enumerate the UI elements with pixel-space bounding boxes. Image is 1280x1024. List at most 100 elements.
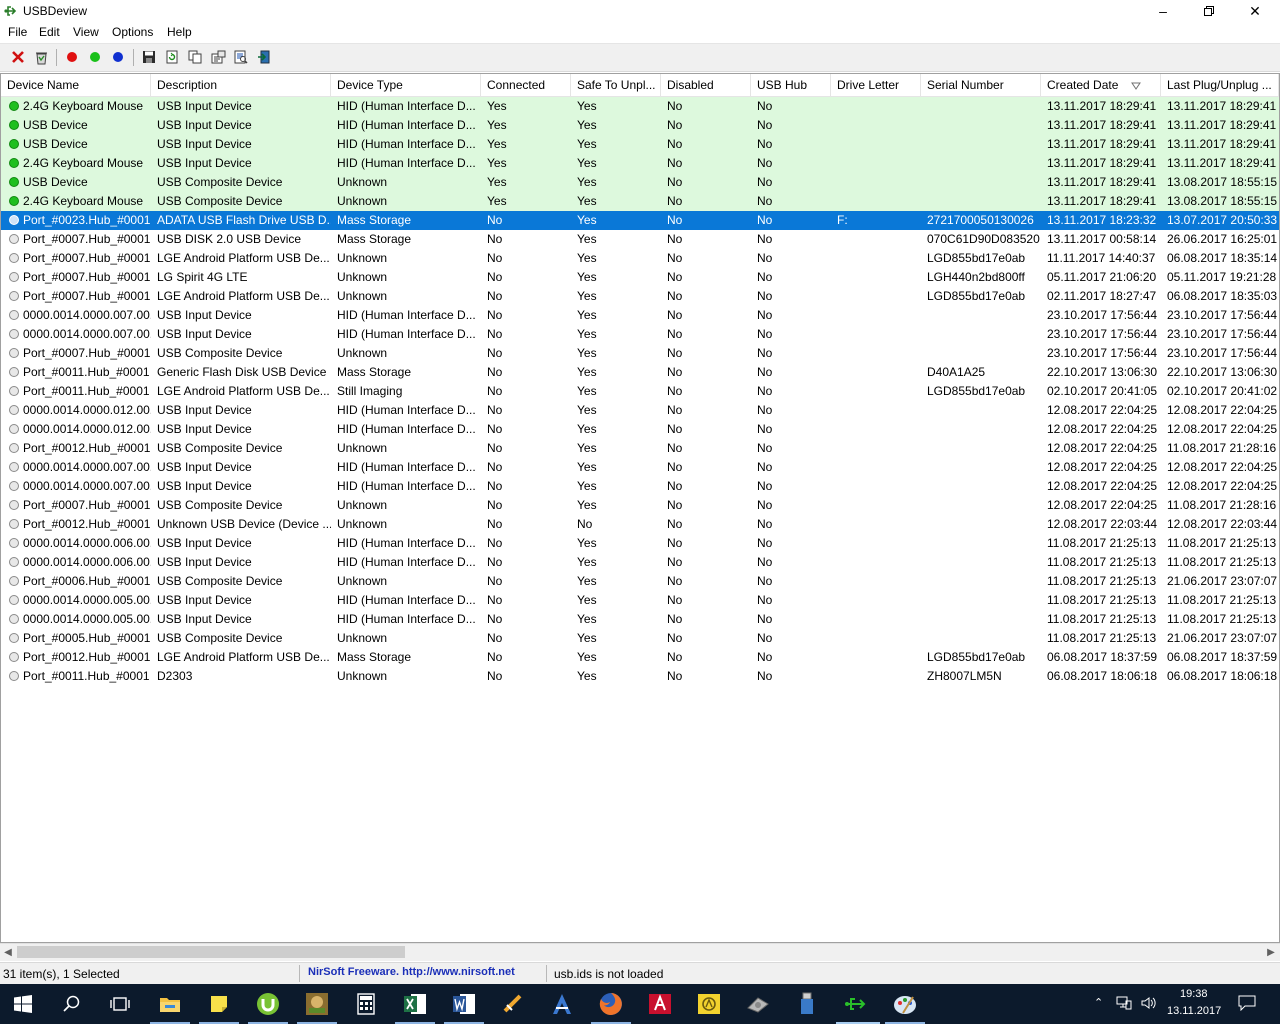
table-row[interactable]: Port_#0006.Hub_#0001 USB Composite Device… <box>1 572 1279 591</box>
properties-button[interactable] <box>232 48 250 66</box>
table-row[interactable]: 0000.0014.0000.007.00... USB Input Device… <box>1 325 1279 344</box>
app-yellow-icon[interactable] <box>694 989 724 1019</box>
word-icon[interactable] <box>449 989 479 1019</box>
file-explorer-icon[interactable] <box>155 989 185 1019</box>
html-report-button[interactable] <box>209 48 227 66</box>
paint-icon[interactable] <box>890 989 920 1019</box>
column-header-device-name[interactable]: Device Name <box>1 74 151 96</box>
sticky-notes-icon[interactable] <box>204 989 234 1019</box>
table-row[interactable]: Port_#0023.Hub_#0001 ADATA USB Flash Driv… <box>1 211 1279 230</box>
usb-drive-icon[interactable] <box>792 989 822 1019</box>
table-row[interactable]: Port_#0007.Hub_#0001 USB DISK 2.0 USB Dev… <box>1 230 1279 249</box>
table-row[interactable]: 2.4G Keyboard Mouse USB Input Device HID (… <box>1 154 1279 173</box>
table-row[interactable]: Port_#0012.Hub_#0001 Unknown USB Device (… <box>1 515 1279 534</box>
enable-button[interactable] <box>86 48 104 66</box>
cell-last-plug-unplug: 23.10.2017 17:56:44 <box>1167 308 1278 322</box>
tray-overflow-icon[interactable]: ⌃ <box>1094 996 1103 1009</box>
table-row[interactable]: Port_#0007.Hub_#0001 LGE Android Platform… <box>1 249 1279 268</box>
table-row[interactable]: USB Device USB Input Device HID (Human Int… <box>1 116 1279 135</box>
table-row[interactable]: 0000.0014.0000.007.00... USB Input Device… <box>1 458 1279 477</box>
start-icon[interactable] <box>8 989 38 1019</box>
column-header-description[interactable]: Description <box>151 74 331 96</box>
column-header-usb-hub[interactable]: USB Hub <box>751 74 831 96</box>
column-header-safe-to-unplug[interactable]: Safe To Unpl... <box>571 74 661 96</box>
column-header-last-plug-unplug[interactable]: Last Plug/Unplug ... <box>1161 74 1279 96</box>
clock-date[interactable]: 13.11.2017 <box>1167 1005 1221 1017</box>
app-icon[interactable] <box>498 989 528 1019</box>
task-view-icon[interactable] <box>105 989 135 1019</box>
menu-file[interactable]: File <box>8 25 27 39</box>
restore-button[interactable] <box>1186 0 1232 22</box>
game-icon[interactable] <box>302 989 332 1019</box>
disconnect-button[interactable] <box>63 48 81 66</box>
refresh-button[interactable] <box>163 48 181 66</box>
cell-safe-to-unplug: Yes <box>577 593 597 607</box>
column-header-drive-letter[interactable]: Drive Letter <box>831 74 921 96</box>
cell-device-name: 0000.0014.0000.007.00... <box>23 308 151 322</box>
recycle-button[interactable] <box>32 48 50 66</box>
utorrent-icon[interactable] <box>253 989 283 1019</box>
menu-options[interactable]: Options <box>112 25 153 39</box>
acrobat-icon[interactable] <box>547 989 577 1019</box>
horizontal-scrollbar[interactable]: ◀ ▶ <box>0 943 1280 961</box>
uninstall-button[interactable] <box>9 48 27 66</box>
autocad-icon[interactable] <box>645 989 675 1019</box>
scroll-left-icon[interactable]: ◀ <box>0 945 16 960</box>
connect-button[interactable] <box>109 48 127 66</box>
table-row[interactable]: 0000.0014.0000.007.00... USB Input Device… <box>1 477 1279 496</box>
copy-button[interactable] <box>186 48 204 66</box>
table-row[interactable]: 2.4G Keyboard Mouse USB Input Device HID (… <box>1 97 1279 116</box>
scroll-right-icon[interactable]: ▶ <box>1263 945 1279 960</box>
column-header-device-type[interactable]: Device Type <box>331 74 481 96</box>
cell-serial-number <box>921 534 1041 553</box>
usbdeview-icon[interactable] <box>841 989 871 1019</box>
table-row[interactable]: Port_#0007.Hub_#0001 LG Spirit 4G LTE Unkn… <box>1 268 1279 287</box>
cell-connected: No <box>487 517 503 531</box>
table-row[interactable]: Port_#0012.Hub_#0001 LGE Android Platform… <box>1 648 1279 667</box>
table-row[interactable]: 0000.0014.0000.012.00... USB Input Device… <box>1 401 1279 420</box>
close-button[interactable]: ✕ <box>1232 0 1278 22</box>
calculator-icon[interactable] <box>351 989 381 1019</box>
column-header-created-date[interactable]: Created Date <box>1041 74 1161 96</box>
exit-button[interactable] <box>255 48 273 66</box>
column-header-disabled[interactable]: Disabled <box>661 74 751 96</box>
table-row[interactable]: USB Device USB Composite Device Unknown Yes… <box>1 173 1279 192</box>
table-row[interactable]: Port_#0007.Hub_#0001 USB Composite Device… <box>1 344 1279 363</box>
cell-serial-number <box>921 135 1041 154</box>
clock-time[interactable]: 19:38 <box>1180 988 1208 1000</box>
menu-view[interactable]: View <box>73 25 99 39</box>
table-row[interactable]: Port_#0007.Hub_#0001 USB Composite Device… <box>1 496 1279 515</box>
table-row[interactable]: USB Device USB Input Device HID (Human Int… <box>1 135 1279 154</box>
table-row[interactable]: Port_#0011.Hub_#0001 Generic Flash Disk U… <box>1 363 1279 382</box>
table-row[interactable]: 0000.0014.0000.006.00... USB Input Device… <box>1 534 1279 553</box>
device-list[interactable]: Device Name Description Device Type Connect… <box>0 73 1280 943</box>
scroll-thumb[interactable] <box>17 946 405 958</box>
table-row[interactable]: 2.4G Keyboard Mouse USB Composite Device U… <box>1 192 1279 211</box>
table-row[interactable]: Port_#0012.Hub_#0001 USB Composite Device… <box>1 439 1279 458</box>
volume-icon[interactable] <box>1140 995 1156 1014</box>
table-row[interactable]: 0000.0014.0000.005.00... USB Input Device… <box>1 591 1279 610</box>
excel-icon[interactable] <box>400 989 430 1019</box>
table-row[interactable]: 0000.0014.0000.012.00... USB Input Device… <box>1 420 1279 439</box>
table-row[interactable]: Port_#0011.Hub_#0001 LGE Android Platform… <box>1 382 1279 401</box>
table-row[interactable]: Port_#0011.Hub_#0001 D2303 Unknown No Yes No N… <box>1 667 1279 686</box>
table-row[interactable]: 0000.0014.0000.005.00... USB Input Device… <box>1 610 1279 629</box>
cell-connected: No <box>487 612 503 626</box>
menu-edit[interactable]: Edit <box>39 25 60 39</box>
network-icon[interactable] <box>1116 996 1132 1013</box>
cell-last-plug-unplug: 12.08.2017 22:04:25 <box>1167 422 1278 436</box>
menu-help[interactable]: Help <box>167 25 192 39</box>
column-header-serial-number[interactable]: Serial Number <box>921 74 1041 96</box>
hdd-icon[interactable] <box>743 989 773 1019</box>
column-header-connected[interactable]: Connected <box>481 74 571 96</box>
action-center-icon[interactable] <box>1238 995 1256 1014</box>
nirsoft-link[interactable]: NirSoft Freeware. http://www.nirsoft.net <box>308 966 515 978</box>
minimize-button[interactable]: – <box>1140 0 1186 22</box>
table-row[interactable]: Port_#0005.Hub_#0001 USB Composite Device… <box>1 629 1279 648</box>
table-row[interactable]: Port_#0007.Hub_#0001 LGE Android Platform… <box>1 287 1279 306</box>
firefox-icon[interactable] <box>596 989 626 1019</box>
table-row[interactable]: 0000.0014.0000.006.00... USB Input Device… <box>1 553 1279 572</box>
table-row[interactable]: 0000.0014.0000.007.00... USB Input Device… <box>1 306 1279 325</box>
search-icon[interactable] <box>57 989 87 1019</box>
save-button[interactable] <box>140 48 158 66</box>
